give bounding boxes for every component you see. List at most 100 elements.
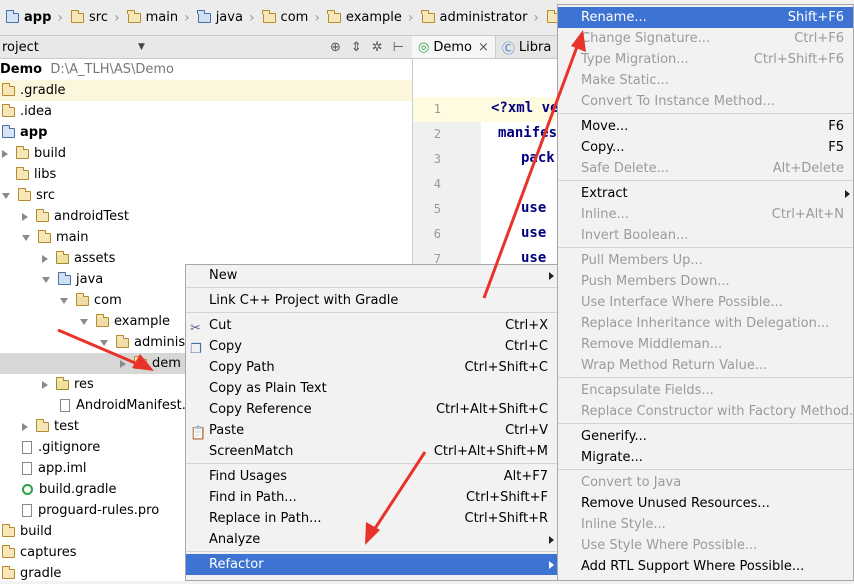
refactor-encapsulate-fields[interactable]: Encapsulate Fields...: [558, 380, 853, 401]
menu-item-copy[interactable]: ❐ Copy Ctrl+C: [186, 336, 557, 357]
refactor-remove-unused-resources[interactable]: Remove Unused Resources...: [558, 493, 853, 514]
tree-item-src[interactable]: src: [0, 185, 414, 206]
submenu-arrow-icon: [549, 272, 554, 280]
hide-panel-icon[interactable]: ⊢: [393, 40, 404, 55]
chevron-down-icon[interactable]: [100, 339, 108, 346]
refactor-use-style[interactable]: Use Style Where Possible...: [558, 535, 853, 556]
source-folder-icon: [197, 9, 211, 23]
menu-item-find-usages[interactable]: Find Usages Alt+F7: [186, 466, 557, 487]
breadcrumb: app › src › main › java › com › example › admi…: [0, 0, 602, 36]
chevron-down-icon[interactable]: [22, 234, 30, 241]
chevron-right-icon[interactable]: [22, 422, 28, 431]
refactor-copy[interactable]: Copy... F5: [558, 137, 853, 158]
submenu-arrow-icon: [549, 561, 554, 569]
refactor-extract[interactable]: Extract: [558, 183, 853, 204]
refactor-inline[interactable]: Inline... Ctrl+Alt+N: [558, 204, 853, 225]
refactor-replace-inheritance[interactable]: Replace Inheritance with Delegation...: [558, 313, 853, 334]
menu-item-new[interactable]: New: [186, 265, 557, 286]
refactor-make-static[interactable]: Make Static...: [558, 70, 853, 91]
refactor-wrap-return[interactable]: Wrap Method Return Value...: [558, 355, 853, 376]
refactor-inline-style[interactable]: Inline Style...: [558, 514, 853, 535]
chevron-down-icon[interactable]: [80, 318, 88, 325]
refactor-use-interface[interactable]: Use Interface Where Possible...: [558, 292, 853, 313]
chevron-right-icon[interactable]: [42, 380, 48, 389]
code-line: use: [521, 225, 547, 241]
file-icon: [22, 462, 32, 475]
tree-item-main[interactable]: main: [0, 227, 434, 248]
refactor-replace-constructor[interactable]: Replace Constructor with Factory Method.…: [558, 401, 854, 422]
breadcrumb-item-main[interactable]: main ›: [126, 6, 194, 30]
line-number: 4: [433, 177, 441, 191]
breadcrumb-item-src[interactable]: src ›: [69, 6, 124, 30]
context-menu: New Link C++ Project with Gradle ✂ Cut Ctr…: [185, 264, 558, 581]
tree-root-demo[interactable]: Demo D:\A_TLH\AS\Demo: [0, 59, 412, 80]
chevron-down-icon[interactable]: [2, 192, 10, 199]
gear-icon[interactable]: ✲: [372, 40, 383, 55]
tree-item-androidtest[interactable]: androidTest: [0, 206, 434, 227]
refactor-pull-members-up[interactable]: Pull Members Up...: [558, 250, 853, 271]
tree-item-gradle[interactable]: .gradle: [0, 80, 414, 101]
refactor-convert-instance[interactable]: Convert To Instance Method...: [558, 91, 853, 112]
file-icon: [22, 441, 32, 454]
close-icon[interactable]: ×: [478, 40, 489, 55]
line-number: 5: [433, 202, 441, 216]
folder-icon: [1, 544, 15, 558]
chevron-down-icon[interactable]: ▼: [138, 42, 145, 52]
editor-tab-bar: ◎ Demo × Ⓒ Libra: [412, 36, 558, 59]
refactor-add-rtl-support[interactable]: Add RTL Support Where Possible...: [558, 556, 853, 577]
xml-file-icon: [60, 399, 70, 412]
menu-item-copy-reference[interactable]: Copy Reference Ctrl+Alt+Shift+C: [186, 399, 557, 420]
file-icon: [22, 504, 32, 517]
menu-item-link-cpp[interactable]: Link C++ Project with Gradle: [186, 290, 557, 311]
chevron-down-icon[interactable]: [42, 276, 50, 283]
breadcrumb-item-example[interactable]: example ›: [326, 6, 418, 30]
refactor-type-migration[interactable]: Type Migration... Ctrl+Shift+F6: [558, 49, 853, 70]
locate-icon[interactable]: ⊕: [330, 40, 341, 55]
refactor-convert-to-java[interactable]: Convert to Java: [558, 472, 853, 493]
class-icon: Ⓒ: [501, 41, 515, 57]
refactor-invert-boolean[interactable]: Invert Boolean...: [558, 225, 853, 246]
menu-item-copy-path[interactable]: Copy Path Ctrl+Shift+C: [186, 357, 557, 378]
tree-item-libs[interactable]: libs: [0, 164, 428, 185]
breadcrumb-item-administrator[interactable]: administrator ›: [420, 6, 544, 30]
menu-item-analyze[interactable]: Analyze: [186, 529, 557, 550]
tree-item-idea[interactable]: .idea: [0, 101, 414, 122]
collapse-icon[interactable]: ⇕: [351, 40, 362, 55]
refactor-migrate[interactable]: Migrate...: [558, 447, 853, 468]
refactor-rename[interactable]: Rename... Shift+F6: [558, 7, 853, 28]
refactor-generify[interactable]: Generify...: [558, 426, 853, 447]
folder-icon: [421, 9, 435, 23]
menu-item-screenmatch[interactable]: ScreenMatch Ctrl+Alt+Shift+M: [186, 441, 557, 462]
clipboard-icon: 📋: [190, 426, 207, 441]
refactor-move[interactable]: Move... F6: [558, 116, 853, 137]
breadcrumb-item-app[interactable]: app ›: [4, 6, 67, 30]
tab-libra[interactable]: Ⓒ Libra: [496, 36, 557, 58]
chevron-right-icon[interactable]: [120, 359, 126, 368]
menu-item-replace-in-path[interactable]: Replace in Path... Ctrl+Shift+R: [186, 508, 557, 529]
chevron-right-icon[interactable]: [2, 149, 8, 158]
chevron-right-icon[interactable]: [22, 212, 28, 221]
menu-item-find-in-path[interactable]: Find in Path... Ctrl+Shift+F: [186, 487, 557, 508]
chevron-down-icon[interactable]: [60, 297, 68, 304]
breadcrumb-item-com[interactable]: com ›: [261, 6, 324, 30]
menu-item-paste[interactable]: 📋 Paste Ctrl+V: [186, 420, 557, 441]
refactor-push-members-down[interactable]: Push Members Down...: [558, 271, 853, 292]
refactor-safe-delete[interactable]: Safe Delete... Alt+Delete: [558, 158, 853, 179]
breadcrumb-item-java[interactable]: java ›: [196, 6, 259, 30]
submenu-arrow-icon: [845, 190, 850, 198]
code-line: use: [521, 200, 547, 216]
project-view-selector[interactable]: roject: [0, 40, 142, 55]
code-line: pack: [521, 150, 555, 166]
menu-item-refactor[interactable]: Refactor: [186, 554, 557, 575]
folder-icon: [17, 187, 31, 201]
folder-icon: [1, 103, 15, 117]
menu-item-copy-plain[interactable]: Copy as Plain Text: [186, 378, 557, 399]
menu-item-cut[interactable]: ✂ Cut Ctrl+X: [186, 315, 557, 336]
chevron-right-icon[interactable]: [42, 254, 48, 263]
refactor-remove-middleman[interactable]: Remove Middleman...: [558, 334, 853, 355]
folder-icon: [262, 9, 276, 23]
tab-demo[interactable]: ◎ Demo ×: [412, 36, 496, 58]
tree-item-build[interactable]: build: [0, 143, 414, 164]
refactor-change-signature[interactable]: Change Signature... Ctrl+F6: [558, 28, 853, 49]
tree-item-app[interactable]: app: [0, 122, 414, 143]
